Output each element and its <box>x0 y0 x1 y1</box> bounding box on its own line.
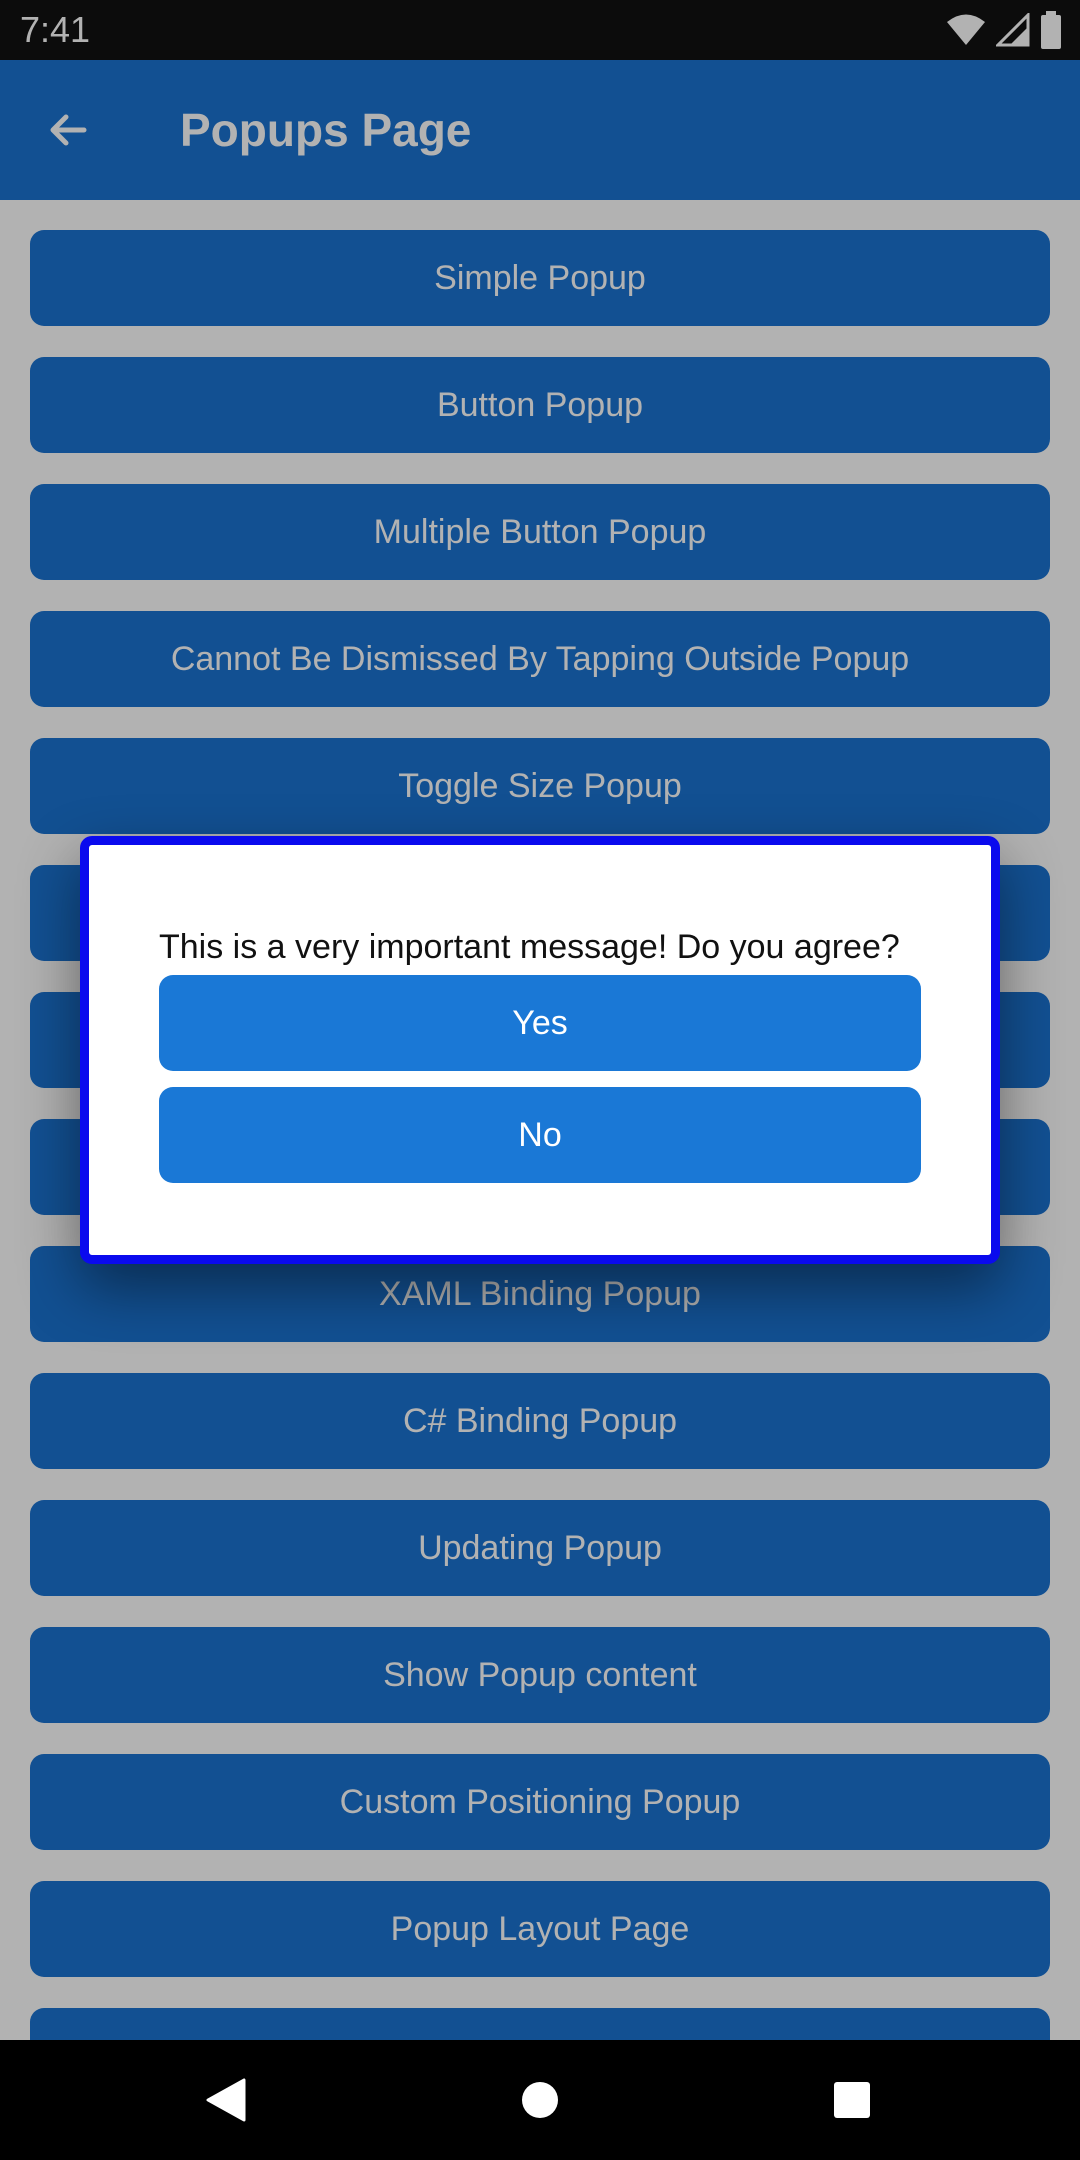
nav-home-button[interactable] <box>500 2060 580 2140</box>
popup-dialog: This is a very important message! Do you… <box>80 836 1000 1264</box>
home-circle-icon <box>522 2082 558 2118</box>
recents-square-icon <box>834 2082 870 2118</box>
no-button[interactable]: No <box>159 1087 921 1183</box>
nav-recents-button[interactable] <box>812 2060 892 2140</box>
yes-button[interactable]: Yes <box>159 975 921 1071</box>
back-triangle-icon <box>206 2078 246 2122</box>
dialog-message: This is a very important message! Do you… <box>159 928 900 966</box>
navigation-bar <box>0 2040 1080 2160</box>
nav-back-button[interactable] <box>186 2060 266 2140</box>
